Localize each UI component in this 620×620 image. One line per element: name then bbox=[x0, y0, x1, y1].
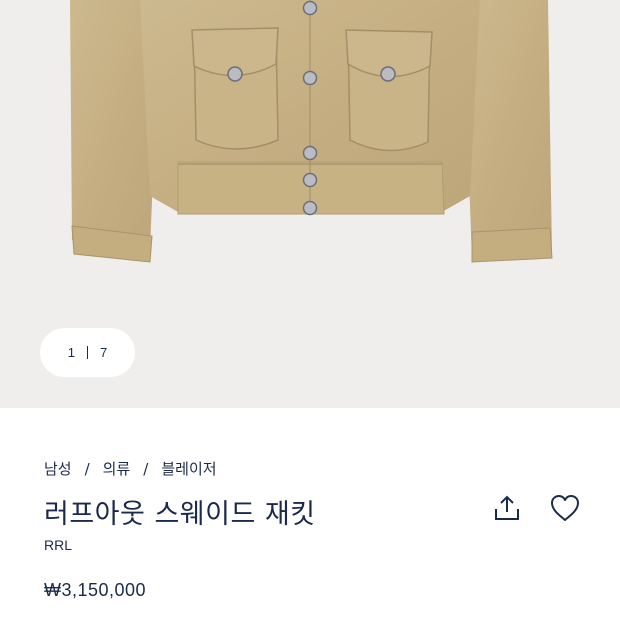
brand-name[interactable]: RRL bbox=[44, 537, 72, 553]
breadcrumb-separator: / bbox=[143, 459, 149, 478]
share-button[interactable] bbox=[490, 491, 524, 525]
pager-current: 1 bbox=[67, 345, 75, 360]
image-pager[interactable]: 1 7 bbox=[40, 328, 135, 377]
share-icon bbox=[495, 495, 519, 520]
breadcrumb-separator: / bbox=[84, 459, 90, 478]
breadcrumb: 남성 / 의류 / 블레이저 bbox=[44, 458, 217, 479]
wishlist-button[interactable] bbox=[548, 491, 582, 525]
product-title: 러프아웃 스웨이드 재킷 bbox=[44, 499, 316, 530]
breadcrumb-item-clothing[interactable]: 의류 bbox=[103, 458, 131, 479]
breadcrumb-item-men[interactable]: 남성 bbox=[44, 458, 72, 479]
product-image-gallery[interactable]: 1 7 bbox=[0, 0, 620, 408]
heart-icon bbox=[551, 495, 579, 521]
pager-total: 7 bbox=[100, 345, 108, 360]
pager-divider bbox=[87, 346, 88, 359]
product-price: ₩3,150,000 bbox=[44, 580, 147, 600]
breadcrumb-item-blazer[interactable]: 블레이저 bbox=[161, 458, 216, 479]
product-page: 1 7 남성 / 의류 / 블레이저 러프아웃 스웨이드 재킷 RRL ₩3,1… bbox=[0, 0, 620, 620]
